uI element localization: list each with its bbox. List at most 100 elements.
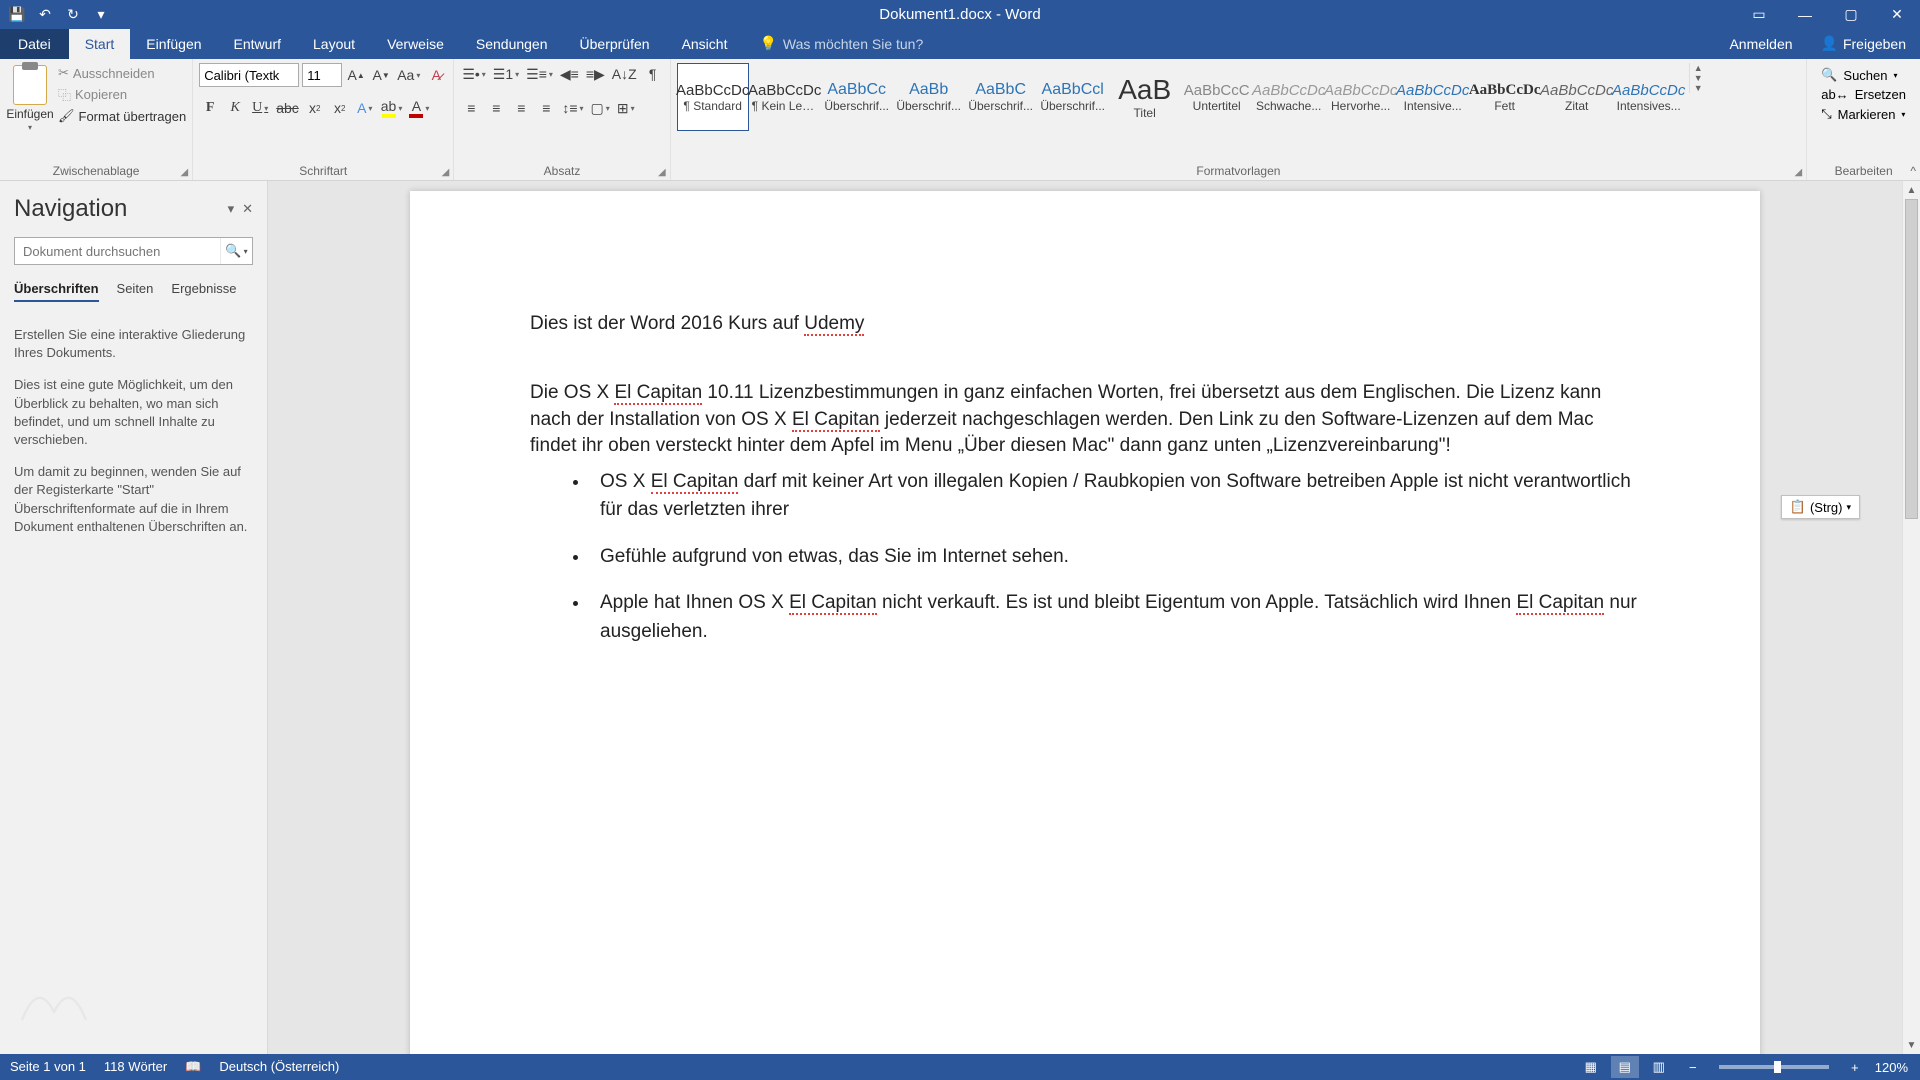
tab-file[interactable]: Datei [0,29,69,59]
tab-references[interactable]: Verweise [371,29,460,59]
clipboard-launcher[interactable]: ◢ [180,167,188,178]
paste-options-tag[interactable]: 📋 (Strg) ▾ [1781,495,1860,519]
minimize-button[interactable]: — [1782,0,1828,29]
align-right-button[interactable]: ≡ [510,97,532,119]
find-button[interactable]: 🔍Suchen ▾ [1821,67,1906,83]
list-item[interactable]: OS X El Capitan darf mit keiner Art von … [590,468,1640,525]
zoom-level[interactable]: 120% [1875,1060,1908,1075]
navigation-search-input[interactable] [15,238,220,264]
clear-formatting-button[interactable]: A̷ [425,64,447,86]
close-button[interactable]: ✕ [1874,0,1920,29]
style-item[interactable]: AaBbCcDcFett [1469,63,1541,131]
styles-scroll-up[interactable]: ▲ [1690,63,1707,73]
align-left-button[interactable]: ≡ [460,97,482,119]
style-item[interactable]: AaBbCcDcZitat [1541,63,1613,131]
select-button[interactable]: ⤡Markieren ▾ [1821,106,1906,122]
format-painter-button[interactable]: 🖌Format übertragen [58,108,186,124]
multilevel-list-button[interactable]: ☰≡ [524,63,555,85]
font-size-input[interactable] [302,63,342,87]
tab-design[interactable]: Entwurf [218,29,297,59]
paste-button[interactable]: Einfügen ▾ [6,63,54,132]
style-item[interactable]: AaBTitel [1109,63,1181,131]
tab-start[interactable]: Start [69,29,131,59]
signin-link[interactable]: Anmelden [1725,28,1796,59]
style-item[interactable]: AaBbCcÜberschrif... [821,63,893,131]
tab-layout[interactable]: Layout [297,29,371,59]
shrink-font-button[interactable]: A▼ [370,64,392,86]
text-effects-button[interactable]: A [354,97,376,119]
tab-review[interactable]: Überprüfen [564,29,666,59]
tellme-search[interactable]: 💡 Was möchten Sie tun? [743,28,939,59]
style-item[interactable]: AaBbCÜberschrif... [965,63,1037,131]
share-button[interactable]: 👤Freigeben [1817,28,1910,59]
subscript-button[interactable]: x2 [304,97,326,119]
list-item[interactable]: Apple hat Ihnen OS X El Capitan nicht ve… [590,589,1640,646]
spellcheck-underline[interactable]: Udemy [804,313,864,336]
bullet-list[interactable]: OS X El Capitan darf mit keiner Art von … [530,468,1640,647]
spellcheck-status[interactable]: 📖 [185,1059,201,1075]
styles-scroll-down[interactable]: ▼ [1690,73,1707,83]
page-status[interactable]: Seite 1 von 1 [10,1059,86,1075]
scroll-down[interactable]: ▼ [1903,1036,1920,1054]
zoom-slider[interactable] [1719,1065,1829,1069]
font-name-input[interactable] [199,63,299,87]
grow-font-button[interactable]: A▲ [345,64,367,86]
superscript-button[interactable]: x2 [329,97,351,119]
nav-tab-headings[interactable]: Überschriften [14,281,99,302]
scroll-up[interactable]: ▲ [1903,181,1920,199]
bullets-button[interactable]: ☰• [460,63,487,85]
tab-insert[interactable]: Einfügen [130,29,217,59]
paragraph-launcher[interactable]: ◢ [658,167,666,178]
tab-mailings[interactable]: Sendungen [460,29,564,59]
styles-expand[interactable]: ▼ [1690,83,1707,93]
style-item[interactable]: AaBbCcDc¶ Kein Lee... [749,63,821,131]
borders-button[interactable]: ⊞ [615,97,637,119]
zoom-in[interactable]: + [1841,1056,1869,1078]
style-item[interactable]: AaBbCcCUntertitel [1181,63,1253,131]
redo-button[interactable]: ↻ [62,4,84,26]
underline-button[interactable]: U [249,97,271,119]
navigation-dropdown[interactable]: ▾ [228,201,235,217]
style-item[interactable]: AaBbCclÜberschrif... [1037,63,1109,131]
zoom-handle[interactable] [1774,1061,1781,1073]
style-item[interactable]: AaBbCcDcSchwache... [1253,63,1325,131]
undo-button[interactable]: ↶ [34,4,56,26]
save-button[interactable]: 💾 [6,4,28,26]
strikethrough-button[interactable]: abc [274,97,301,119]
navigation-close[interactable]: ✕ [242,201,253,217]
replace-button[interactable]: ab↔Ersetzen [1821,87,1906,102]
page[interactable]: Dies ist der Word 2016 Kurs auf Udemy Di… [410,191,1760,1054]
view-read-mode[interactable]: ▦ [1577,1056,1605,1078]
increase-indent-button[interactable]: ≡▶ [584,63,607,85]
numbering-button[interactable]: ☰1 [491,63,521,85]
shading-button[interactable]: ▢ [589,97,612,119]
word-count[interactable]: 118 Wörter [104,1059,167,1075]
style-item[interactable]: AaBbCcDcIntensive... [1397,63,1469,131]
nav-tab-results[interactable]: Ergebnisse [171,281,236,302]
restore-button[interactable]: ▢ [1828,0,1874,29]
line-spacing-button[interactable]: ↕≡ [560,97,585,119]
font-launcher[interactable]: ◢ [442,167,450,178]
list-item[interactable]: Gefühle aufgrund von etwas, das Sie im I… [590,543,1640,572]
document-area[interactable]: Dies ist der Word 2016 Kurs auf Udemy Di… [268,181,1902,1054]
collapse-ribbon-button[interactable]: ^ [1910,164,1916,178]
qat-customize[interactable]: ▾ [90,4,112,26]
font-color-button[interactable]: A [407,97,431,119]
style-item[interactable]: AaBbCcDcIntensives... [1613,63,1685,131]
ribbon-display-options[interactable]: ▭ [1736,0,1782,29]
decrease-indent-button[interactable]: ◀≡ [558,63,581,85]
nav-tab-pages[interactable]: Seiten [117,281,154,302]
align-center-button[interactable]: ≡ [485,97,507,119]
sort-button[interactable]: A↓Z [610,63,639,85]
highlight-button[interactable]: ab [379,97,405,119]
language-status[interactable]: Deutsch (Österreich) [219,1059,339,1075]
intro-paragraph[interactable]: Dies ist der Word 2016 Kurs auf Udemy [530,311,1640,338]
zoom-out[interactable]: − [1679,1056,1707,1078]
bold-button[interactable]: F [199,97,221,119]
style-item[interactable]: AaBbCcDc¶ Standard [677,63,749,131]
body-paragraph[interactable]: Die OS X El Capitan 10.11 Lizenzbestimmu… [530,380,1640,460]
scroll-thumb[interactable] [1905,199,1918,519]
justify-button[interactable]: ≡ [535,97,557,119]
show-marks-button[interactable]: ¶ [642,63,664,85]
styles-launcher[interactable]: ◢ [1795,167,1803,178]
